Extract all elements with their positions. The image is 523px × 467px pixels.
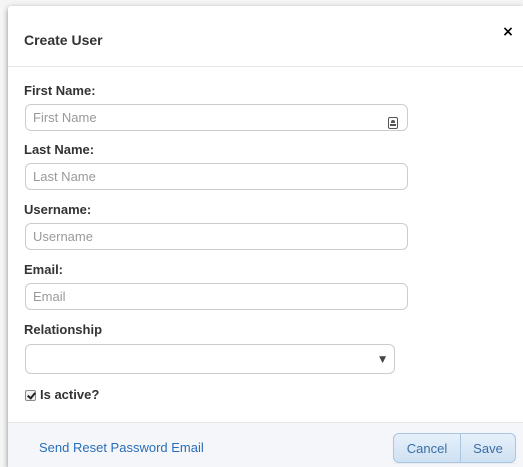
chevron-down-icon: ▼ [379,355,386,365]
relationship-select[interactable]: ▼ [25,344,395,374]
save-button[interactable]: Save [460,433,516,463]
create-user-dialog: Create User × First Name: Last Name: Use… [8,6,523,467]
relationship-label: Relationship [24,322,103,337]
first-name-input[interactable] [25,104,408,131]
cancel-button[interactable]: Cancel [393,433,460,463]
username-label: Username: [24,202,92,217]
footer-button-group: Cancel Save [393,433,516,463]
is-active-checkbox[interactable] [25,389,36,401]
dialog-title: Create User [24,32,103,48]
dialog-footer: Send Reset Password Email Cancel Save [8,422,523,467]
last-name-label: Last Name: [24,142,95,157]
dialog-header: Create User × [8,6,523,67]
first-name-label: First Name: [24,83,96,98]
close-button[interactable]: × [501,24,515,40]
email-input[interactable] [25,283,408,310]
is-active-row: Is active? [25,387,99,403]
email-label: Email: [24,262,64,277]
last-name-input[interactable] [25,163,408,190]
is-active-label[interactable]: Is active? [40,387,99,403]
send-reset-password-link[interactable]: Send Reset Password Email [39,440,204,456]
username-input[interactable] [25,223,408,250]
contact-card-icon[interactable] [388,117,398,129]
